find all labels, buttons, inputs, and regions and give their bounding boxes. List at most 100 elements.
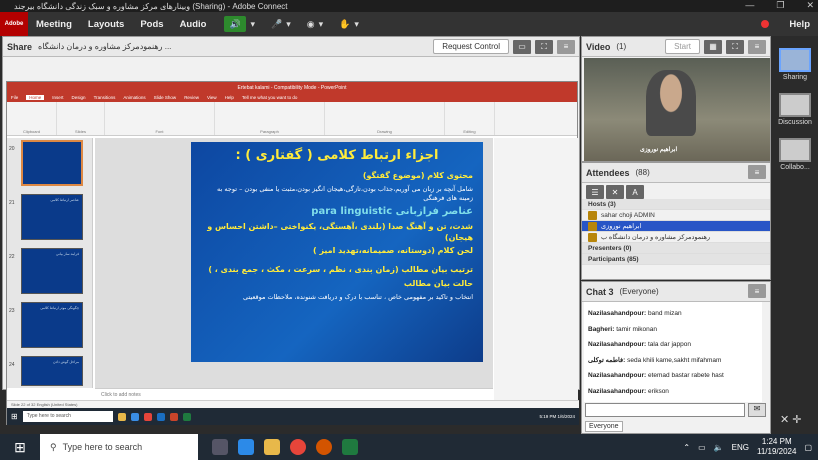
attendee-row[interactable]: ابراهیم نوروزی xyxy=(582,221,770,232)
ribbon-group-clipboard: Clipboard xyxy=(22,129,41,134)
video-pod: Video (1) Start ▦ ⛶ ≡ ابراهیم نوروزی xyxy=(581,36,771,162)
sort-icon[interactable]: A xyxy=(626,185,644,199)
video-pod-header: Video (1) Start ▦ ⛶ ≡ xyxy=(582,37,770,57)
speaker-icon[interactable]: 🔊 xyxy=(224,16,247,32)
presenter-video-image xyxy=(646,70,696,136)
webcam-icon[interactable]: ◉ xyxy=(307,19,315,30)
ppt-side-panel xyxy=(494,138,578,400)
list-view-icon[interactable]: ☰ xyxy=(586,185,604,199)
layout-discussion-thumb[interactable] xyxy=(779,93,811,117)
ribbon-group-drawing: Drawing xyxy=(377,129,392,134)
close-button[interactable]: ✕ xyxy=(806,0,814,11)
taskbar-clock[interactable]: 1:24 PM 11/19/2024 xyxy=(757,437,796,457)
minimize-button[interactable]: — xyxy=(745,0,754,11)
network-icon[interactable]: ▭ xyxy=(698,443,706,452)
notifications-icon[interactable]: ▢ xyxy=(804,443,812,452)
start-button[interactable]: ⊞ xyxy=(0,434,40,460)
adobe-connect-icon[interactable] xyxy=(316,439,332,455)
request-control-button[interactable]: Request Control xyxy=(433,39,509,54)
video-presenter-name: ابراهیم نوروزی xyxy=(640,147,678,153)
shared-search-box: Type here to search xyxy=(22,411,113,422)
thumb-number: 20 xyxy=(9,146,15,152)
chevron-up-icon[interactable]: ⌃ xyxy=(683,443,690,452)
pod-menu-icon[interactable]: ≡ xyxy=(557,39,575,54)
webcam-video: ابراهیم نوروزی xyxy=(584,58,770,161)
participants-group[interactable]: Participants (85) xyxy=(582,254,770,265)
menu-layouts[interactable]: Layouts xyxy=(80,19,132,30)
attendees-count: (88) xyxy=(635,168,650,177)
layout-discussion-label[interactable]: Discussion xyxy=(772,119,818,126)
chevron-down-icon[interactable]: ▾ xyxy=(286,19,291,30)
slide-thumbnail: فرایند ساز بیانی xyxy=(21,248,83,294)
current-slide: اجزاء ارتباط کلامی ( گفتاری ) : محتوی کل… xyxy=(191,142,483,362)
ppt-tab-review: Review xyxy=(184,95,199,100)
chat-title: Chat 3 xyxy=(586,286,614,297)
menu-help[interactable]: Help xyxy=(789,19,810,30)
excel-icon[interactable] xyxy=(342,439,358,455)
menu-meeting[interactable]: Meeting xyxy=(28,19,80,30)
attendee-name: ابراهیم نوروزی xyxy=(601,223,642,230)
slide-line: عناصر فرازبانی para linguistic xyxy=(311,206,473,218)
attendees-title: Attendees xyxy=(586,167,630,178)
shared-powerpoint: Ertebat kalami - Compatibility Mode - Po… xyxy=(6,81,579,425)
raise-hand-icon[interactable]: ✋ xyxy=(339,19,350,30)
full-screen-icon[interactable]: ⛶ xyxy=(535,39,553,54)
attendees-pod-header: Attendees (88) ≡ xyxy=(582,163,770,183)
menu-audio[interactable]: Audio xyxy=(172,19,215,30)
chat-send-icon[interactable]: ✉ xyxy=(748,403,766,417)
status-view-icon[interactable]: ✕ xyxy=(606,185,624,199)
pod-menu-icon[interactable]: ≡ xyxy=(748,39,766,54)
pod-menu-icon[interactable]: ≡ xyxy=(748,165,766,179)
layout-sharing-label[interactable]: Sharing xyxy=(772,74,818,81)
chrome-icon[interactable] xyxy=(290,439,306,455)
taskbar-search-box[interactable]: ⚲ Type here to search xyxy=(40,434,198,460)
volume-icon[interactable]: 🔈 xyxy=(714,443,724,452)
language-indicator[interactable]: ENG xyxy=(732,443,749,452)
chevron-down-icon[interactable]: ▾ xyxy=(354,19,359,30)
ppt-tab-help: Help xyxy=(224,95,234,100)
microphone-icon[interactable]: 🎤 xyxy=(271,19,282,30)
edge-icon[interactable] xyxy=(238,439,254,455)
attendee-name: رهنمودمرکز مشاوره و درمان دانشگاه ب xyxy=(601,234,711,241)
layout-sharing-thumb[interactable] xyxy=(779,48,811,72)
chat-recipient-select[interactable]: Everyone xyxy=(585,421,623,432)
start-webcam-button[interactable]: Start xyxy=(665,39,700,54)
menu-pods[interactable]: Pods xyxy=(132,19,171,30)
chevron-down-icon[interactable]: ▾ xyxy=(319,19,324,30)
attendee-row[interactable]: رهنمودمرکز مشاوره و درمان دانشگاه ب xyxy=(582,232,770,243)
presenter-name: رهنمودمرکز مشاوره و درمان دانشگاه ... xyxy=(38,42,172,51)
chat-input[interactable] xyxy=(585,403,745,417)
user-icon xyxy=(588,232,597,242)
ppt-tab-view: View xyxy=(206,95,217,100)
maximize-button[interactable]: ❐ xyxy=(776,0,784,11)
attendees-pod: Attendees (88) ≡ ☰ ✕ A Hosts (3) sahar c… xyxy=(581,162,771,280)
edge-icon xyxy=(130,412,139,421)
slide-line: ترتیب بیان مطالب (زمان بندی ، نظم ، سرعت… xyxy=(208,265,473,275)
pod-menu-icon[interactable]: ≡ xyxy=(748,284,766,298)
ribbon-group-editing: Editing xyxy=(463,129,476,134)
full-screen-icon[interactable]: ⛶ xyxy=(726,39,744,54)
ppt-title-bar: Ertebat kalami - Compatibility Mode - Po… xyxy=(7,82,577,93)
clock-date: 11/19/2024 xyxy=(756,447,797,456)
video-pod-title: Video xyxy=(586,41,611,52)
recording-icon xyxy=(761,20,770,28)
ribbon-group-font: Font xyxy=(155,129,164,134)
attendee-row[interactable]: sahar choji ADMIN xyxy=(582,210,770,221)
ppt-tab-slideshow: Slide Show xyxy=(153,95,177,100)
presenters-group[interactable]: Presenters (0) xyxy=(582,243,770,254)
windows-taskbar: ⊞ ⚲ Type here to search ⌃ ▭ 🔈 ENG 1:24 P… xyxy=(0,434,818,460)
slide-title: اجزاء ارتباط کلامی ( گفتاری ) : xyxy=(235,148,439,163)
grid-view-icon[interactable]: ▦ xyxy=(704,39,722,54)
ppt-tab-design: Design xyxy=(71,95,86,100)
slide-line: محتوی کلام (موضوع گفتگو) xyxy=(362,171,473,180)
slide-line: لحن کلام (دوستانه، صمیمانه،تهدید امیز ) xyxy=(313,246,473,256)
layout-collaboration-thumb[interactable] xyxy=(779,138,811,162)
file-explorer-icon[interactable] xyxy=(264,439,280,455)
layout-collaboration-label[interactable]: Collabo... xyxy=(772,164,818,171)
fit-width-icon[interactable]: ▭ xyxy=(513,39,531,54)
hosts-group[interactable]: Hosts (3) xyxy=(582,199,770,210)
thumb-number: 24 xyxy=(9,362,15,368)
chevron-down-icon[interactable]: ▾ xyxy=(250,19,255,30)
close-icon[interactable]: ✕ ✛ xyxy=(780,413,802,426)
task-view-icon[interactable] xyxy=(212,439,228,455)
